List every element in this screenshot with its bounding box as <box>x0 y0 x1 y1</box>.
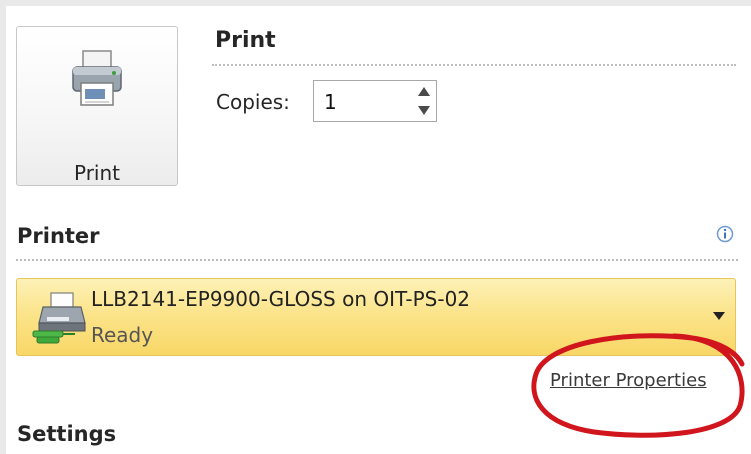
printer-status: Ready <box>91 323 154 347</box>
print-heading: Print <box>215 28 276 53</box>
printer-name: LLB2141-EP9900-GLOSS on OIT-PS-02 <box>91 287 471 311</box>
increment-arrow-icon[interactable] <box>416 83 432 100</box>
print-button-label: Print <box>73 161 120 185</box>
decrement-arrow-icon[interactable] <box>416 102 432 119</box>
printer-properties-link[interactable]: Printer Properties <box>550 370 707 391</box>
printer-icon <box>72 50 122 106</box>
copies-input[interactable]: 1 <box>324 90 337 114</box>
copies-label: Copies: <box>216 90 290 114</box>
copies-stepper[interactable]: 1 <box>313 80 437 122</box>
chevron-down-icon[interactable] <box>713 311 725 321</box>
print-divider <box>212 64 736 66</box>
printer-divider <box>16 259 738 261</box>
print-button[interactable]: Print <box>16 26 178 186</box>
printer-heading: Printer <box>17 224 100 248</box>
network-printer-icon <box>32 292 86 344</box>
printer-select-dropdown[interactable]: LLB2141-EP9900-GLOSS on OIT-PS-02 Ready <box>16 278 736 356</box>
info-icon[interactable] <box>716 225 734 243</box>
settings-heading: Settings <box>17 422 117 446</box>
